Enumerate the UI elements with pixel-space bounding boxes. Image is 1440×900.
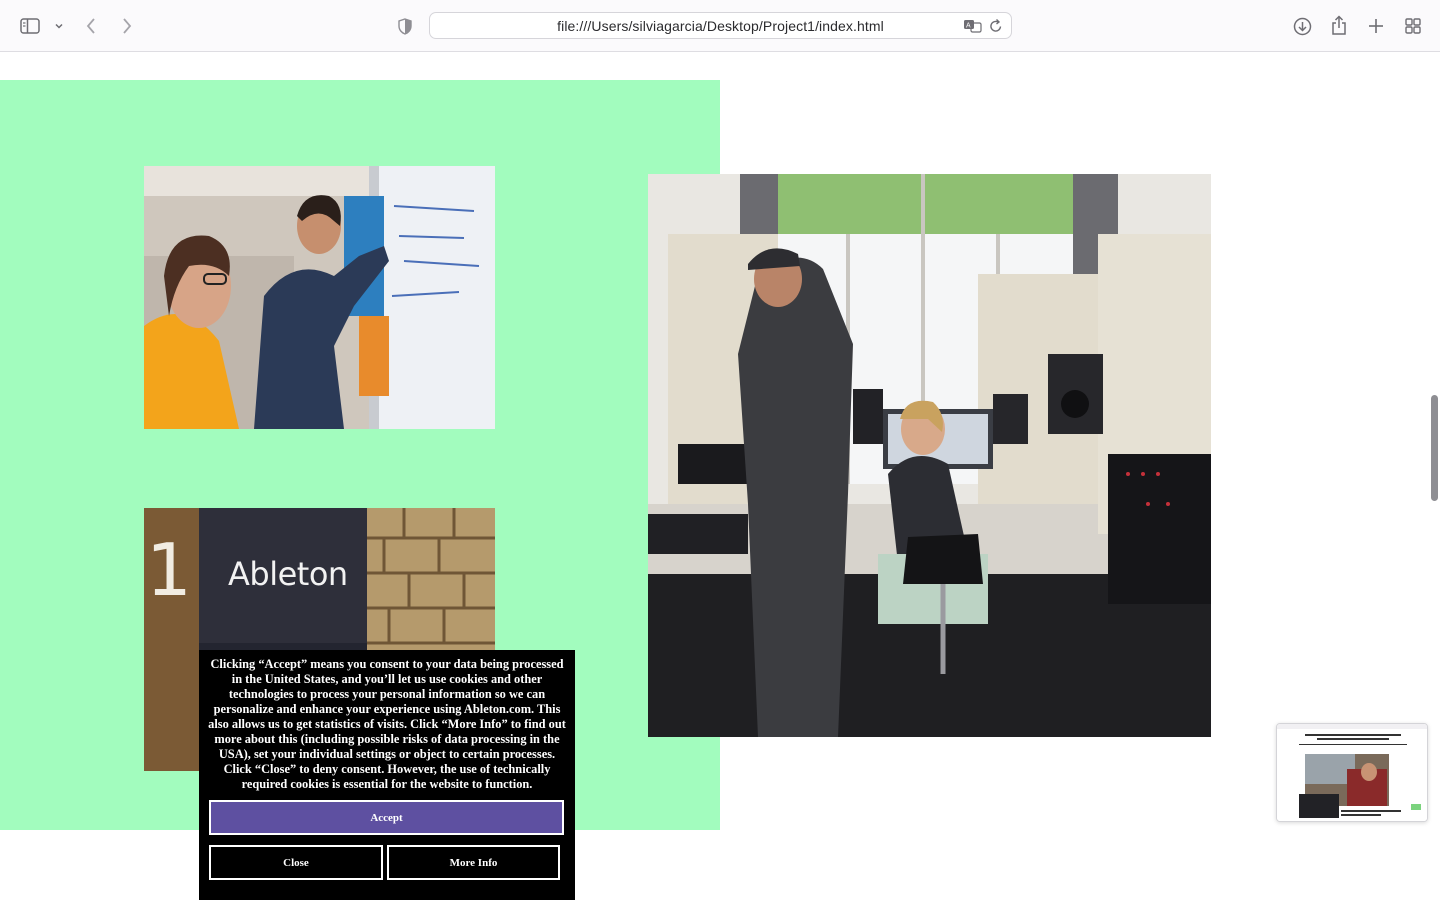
download-icon[interactable] — [1292, 15, 1312, 37]
tab-overview-icon[interactable] — [1403, 15, 1423, 37]
svg-text:A: A — [966, 23, 971, 30]
close-button[interactable]: Close — [209, 845, 383, 880]
back-icon[interactable] — [82, 15, 100, 37]
privacy-shield-icon[interactable] — [396, 16, 414, 36]
cookie-consent-banner: Clicking “Accept” means you consent to y… — [199, 650, 575, 900]
url-text: file:///Users/silviagarcia/Desktop/Proje… — [557, 17, 884, 34]
more-info-button[interactable]: More Info — [387, 845, 560, 880]
sidebar-icon[interactable] — [19, 16, 41, 36]
page-content: 1 Ableton Clicking “Accept” means you co… — [0, 53, 1440, 900]
chevron-down-icon[interactable] — [53, 18, 65, 34]
page-scrollbar-thumb[interactable] — [1431, 395, 1438, 501]
forward-icon[interactable] — [118, 15, 136, 37]
music-studio-photo — [648, 174, 1211, 737]
accept-button[interactable]: Accept — [209, 800, 564, 835]
sign-number: 1 — [146, 528, 192, 612]
new-tab-icon[interactable] — [1366, 15, 1386, 37]
translate-icon[interactable]: A — [963, 18, 983, 37]
reload-icon[interactable] — [989, 18, 1003, 37]
team-whiteboard-photo — [144, 166, 495, 429]
address-bar[interactable]: file:///Users/silviagarcia/Desktop/Proje… — [429, 12, 1012, 39]
cookie-consent-text: Clicking “Accept” means you consent to y… — [208, 657, 566, 791]
page-preview-thumbnail[interactable] — [1276, 723, 1428, 822]
share-icon[interactable] — [1329, 13, 1349, 37]
ableton-sign-text: Ableton — [228, 555, 348, 593]
browser-toolbar: file:///Users/silviagarcia/Desktop/Proje… — [0, 0, 1440, 52]
